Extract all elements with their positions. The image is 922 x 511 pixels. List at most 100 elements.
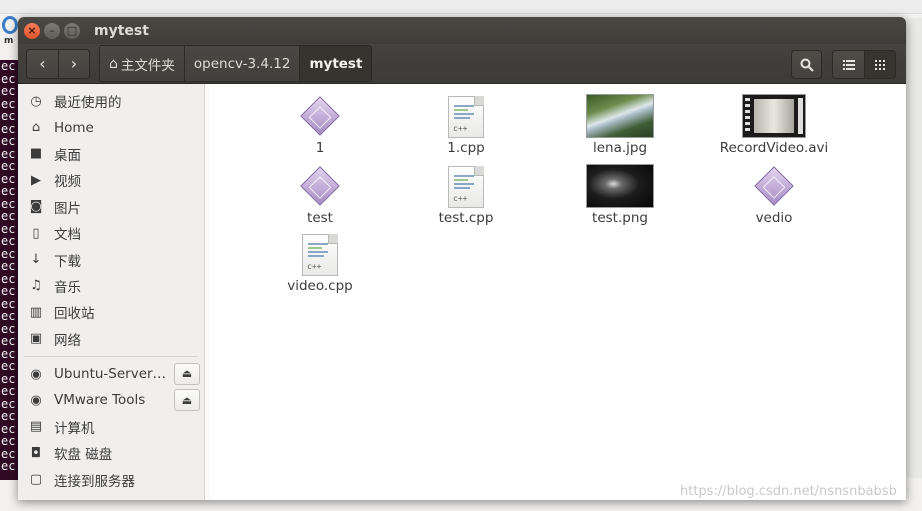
executable-icon	[300, 96, 340, 136]
sidebar-item-label: 视频	[54, 174, 81, 191]
maximize-button[interactable]: □	[64, 22, 80, 39]
sidebar-item-label: 图片	[54, 200, 81, 217]
list-view-button[interactable]	[833, 51, 864, 78]
window-title: mytest	[94, 22, 149, 39]
toolbar: ‹ › ⌂ 主文件夹 opencv-3.4.12 mytest	[18, 44, 906, 84]
video-icon: ▶	[31, 172, 41, 188]
sidebar-item-network[interactable]: ▣ 网络	[18, 326, 204, 352]
sidebar-item-label: 网络	[54, 332, 81, 349]
file-item[interactable]: 1	[255, 92, 385, 156]
clock-icon: ◷	[30, 93, 42, 109]
file-item[interactable]: c++ 1.cpp	[401, 92, 531, 156]
eject-button[interactable]: ⏏	[174, 362, 200, 385]
file-type-tag: c++	[453, 124, 468, 133]
image-thumbnail	[586, 94, 654, 138]
disc-icon: ◉	[30, 392, 42, 408]
breadcrumb-home[interactable]: ⌂ 主文件夹	[100, 46, 185, 81]
sidebar-item-label: 连接到服务器	[54, 473, 135, 490]
eject-button[interactable]: ⏏	[174, 389, 200, 412]
breadcrumb-label: mytest	[309, 55, 363, 72]
cpp-file-icon: c++	[302, 234, 338, 276]
sidebar-item-label: 下载	[54, 253, 81, 270]
download-icon: ↓	[30, 252, 42, 268]
file-name: 1.cpp	[447, 140, 485, 156]
file-item[interactable]: test.png	[555, 162, 685, 226]
file-item[interactable]: test	[255, 162, 385, 226]
image-thumbnail	[586, 164, 654, 208]
file-type-tag: c++	[453, 194, 468, 203]
floppy-icon: ◘	[30, 445, 42, 461]
sidebar-item-label: Ubuntu-Server…	[54, 366, 167, 383]
cpp-file-icon: c++	[448, 166, 484, 208]
file-name: vedio	[755, 210, 793, 226]
forward-button[interactable]: ›	[58, 49, 89, 78]
sidebar-item-computer[interactable]: ▤ 计算机	[18, 414, 204, 440]
file-item[interactable]: vedio	[709, 162, 839, 226]
file-item[interactable]: RecordVideo.avi	[709, 92, 839, 156]
file-item[interactable]: lena.jpg	[555, 92, 685, 156]
sidebar-item-label: 文档	[54, 227, 81, 244]
document-icon: ▯	[32, 225, 40, 241]
breadcrumb-label: opencv-3.4.12	[193, 55, 291, 72]
home-icon: ⌂	[31, 120, 41, 136]
sidebar-item-connect-server[interactable]: ▢ 连接到服务器	[18, 466, 204, 492]
home-icon: ⌂	[109, 55, 118, 72]
file-manager-window: × – □ mytest ‹ › ⌂ 主文件夹 opencv-3.4.12 my…	[18, 17, 906, 500]
breadcrumb-opencv[interactable]: opencv-3.4.12	[184, 46, 301, 81]
sidebar-item-label: 桌面	[54, 147, 81, 164]
watermark: https://blog.csdn.net/nsnsnbabsb	[680, 484, 897, 499]
grid-view-icon	[875, 59, 885, 70]
sidebar-item-trash[interactable]: ▥ 回收站	[18, 299, 204, 325]
file-name: video.cpp	[287, 278, 353, 294]
sidebar-item-label: 计算机	[54, 420, 95, 437]
sidebar-item-vmware-tools[interactable]: ◉ VMware Tools ⏏	[18, 387, 204, 413]
breadcrumb-mytest[interactable]: mytest	[300, 46, 372, 81]
sidebar: ◷ 最近使用的 ⌂ Home ■ 桌面 ▶ 视频 ◙ 图片 ▯ 文档 ↓ 下载 ♫ 音乐 ▥ 回收…	[18, 84, 205, 500]
server-icon: ▢	[29, 472, 43, 488]
close-button[interactable]: ×	[24, 22, 40, 39]
music-icon: ♫	[30, 278, 42, 294]
search-icon	[800, 58, 814, 72]
sidebar-item-label: VMware Tools	[54, 392, 146, 409]
executable-icon	[300, 166, 340, 206]
search-button[interactable]	[791, 50, 822, 79]
eject-icon: ⏏	[181, 393, 193, 407]
file-name: lena.jpg	[592, 140, 648, 156]
back-button[interactable]: ‹	[27, 49, 58, 78]
sidebar-item-pictures[interactable]: ◙ 图片	[18, 194, 204, 220]
sidebar-item-label: Home	[54, 119, 94, 136]
file-item[interactable]: c++ video.cpp	[255, 230, 385, 294]
sidebar-item-videos[interactable]: ▶ 视频	[18, 167, 204, 193]
sidebar-item-music[interactable]: ♫ 音乐	[18, 273, 204, 299]
file-name: test	[307, 210, 333, 226]
network-icon: ▣	[29, 331, 43, 347]
background-window-edge	[906, 18, 922, 478]
minimize-button[interactable]: –	[44, 22, 60, 39]
breadcrumb-label: 主文件夹	[120, 57, 175, 74]
title-bar: × – □ mytest	[18, 17, 906, 44]
sidebar-item-desktop[interactable]: ■ 桌面	[18, 141, 204, 167]
video-thumbnail	[742, 94, 806, 138]
sidebar-item-floppy[interactable]: ◘ 软盘 磁盘	[18, 440, 204, 466]
file-name: test.png	[592, 210, 648, 226]
chevron-right-icon: ›	[70, 54, 78, 73]
sidebar-item-documents[interactable]: ▯ 文档	[18, 220, 204, 246]
sidebar-item-ubuntu-server[interactable]: ◉ Ubuntu-Server… ⏏	[18, 361, 204, 387]
file-name: 1	[315, 140, 325, 156]
chevron-left-icon: ‹	[39, 54, 46, 73]
grid-view-button[interactable]	[864, 51, 895, 78]
window-body: ◷ 最近使用的 ⌂ Home ■ 桌面 ▶ 视频 ◙ 图片 ▯ 文档 ↓ 下载 ♫ 音乐 ▥ 回收…	[18, 84, 906, 500]
sidebar-item-home[interactable]: ⌂ Home	[18, 114, 204, 140]
sidebar-item-label: 软盘 磁盘	[54, 447, 113, 464]
file-item[interactable]: c++ test.cpp	[401, 162, 531, 226]
view-switcher	[832, 50, 896, 79]
computer-icon: ▤	[29, 419, 43, 435]
background-app-icon	[2, 16, 18, 34]
executable-icon	[754, 166, 794, 206]
list-view-icon	[842, 59, 855, 70]
disc-icon: ◉	[30, 366, 42, 382]
sidebar-divider	[24, 355, 198, 357]
sidebar-item-downloads[interactable]: ↓ 下载	[18, 246, 204, 272]
sidebar-item-label: 音乐	[54, 279, 81, 296]
sidebar-item-recent[interactable]: ◷ 最近使用的	[18, 88, 204, 114]
